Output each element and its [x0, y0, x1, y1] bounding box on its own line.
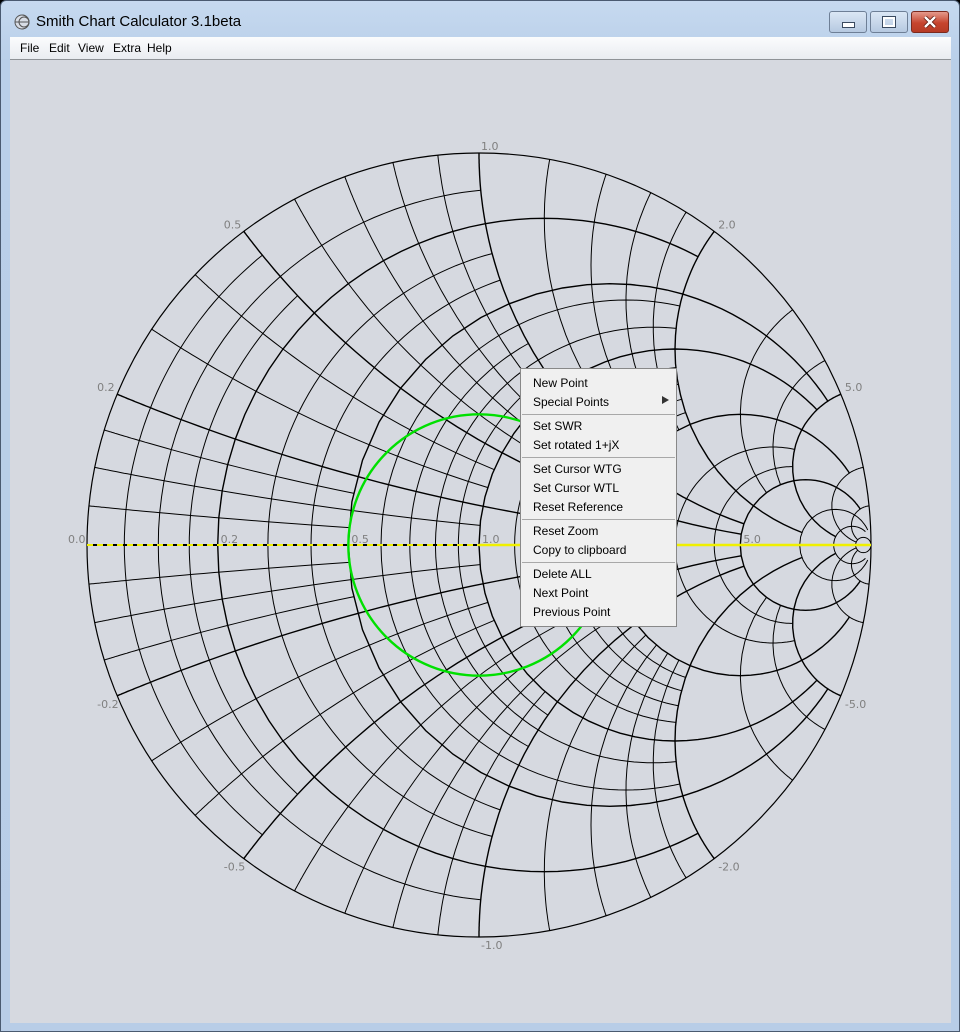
reactance-arc [590, 644, 657, 916]
reactance-label: -0.5 [224, 861, 245, 874]
reactance-label: -0.2 [97, 698, 118, 711]
real-axis-label: 0.2 [221, 533, 239, 546]
menu-next-point[interactable]: Next Point [533, 586, 588, 600]
reactance-arc [392, 609, 628, 928]
reactance-arc [831, 466, 864, 543]
real-axis-label: 0.5 [351, 533, 369, 546]
smith-chart[interactable]: 0.0 0.2 0.5 1.0 5.0 0.2 0.5 1.0 2.0 5.0 -0.2 -0.5 -1… [0, 0, 960, 1032]
reactance-arc [344, 666, 523, 914]
menu-reset-reference[interactable]: Reset Reference [533, 500, 623, 514]
reactance-arc [831, 547, 864, 624]
reactance-arc [151, 328, 488, 488]
context-menu: New Point Special Points Set SWR Set rot… [520, 368, 677, 627]
menu-set-cursor-wtg[interactable]: Set Cursor WTG [533, 462, 622, 476]
menu-new-point[interactable]: New Point [533, 376, 588, 390]
menu-special-points[interactable]: Special Points [533, 395, 609, 409]
reactance-arc [543, 634, 647, 931]
reactance-label: -1.0 [481, 939, 502, 952]
reactance-label: 1.0 [481, 140, 499, 153]
reactance-label: -5.0 [845, 698, 866, 711]
menu-separator [522, 519, 675, 520]
reactance-arc [437, 691, 546, 935]
reactance-arc [94, 466, 481, 526]
menu-previous-point[interactable]: Previous Point [533, 605, 610, 619]
real-axis-label: 5.0 [743, 533, 761, 546]
menu-delete-all[interactable]: Delete ALL [533, 567, 592, 581]
menu-separator [522, 414, 675, 415]
reactance-label: 5.0 [845, 381, 863, 394]
menu-separator [522, 562, 675, 563]
reactance-arc [151, 602, 488, 762]
reactance-arc [850, 549, 869, 585]
reactance-arc [94, 564, 481, 624]
reactance-arc [437, 155, 546, 399]
real-axis-label: 0.0 [68, 533, 86, 546]
menu-set-rotated[interactable]: Set rotated 1+jX [533, 438, 619, 452]
reactance-label: 2.0 [718, 218, 736, 231]
real-axis-label: 1.0 [482, 533, 500, 546]
menu-reset-zoom[interactable]: Reset Zoom [533, 524, 598, 538]
menu-set-swr[interactable]: Set SWR [533, 419, 582, 433]
menu-separator [522, 457, 675, 458]
reactance-arc [850, 505, 869, 541]
reactance-arc [344, 176, 523, 424]
menu-copy-clipboard[interactable]: Copy to clipboard [533, 543, 626, 557]
reactance-label: -2.0 [718, 861, 739, 874]
reactance-label: 0.2 [97, 381, 115, 394]
submenu-arrow-icon [662, 396, 669, 404]
reactance-arc [772, 605, 826, 730]
reactance-arc [772, 360, 826, 485]
reactance-label: 0.5 [224, 218, 242, 231]
menu-set-cursor-wtl[interactable]: Set Cursor WTL [533, 481, 619, 495]
